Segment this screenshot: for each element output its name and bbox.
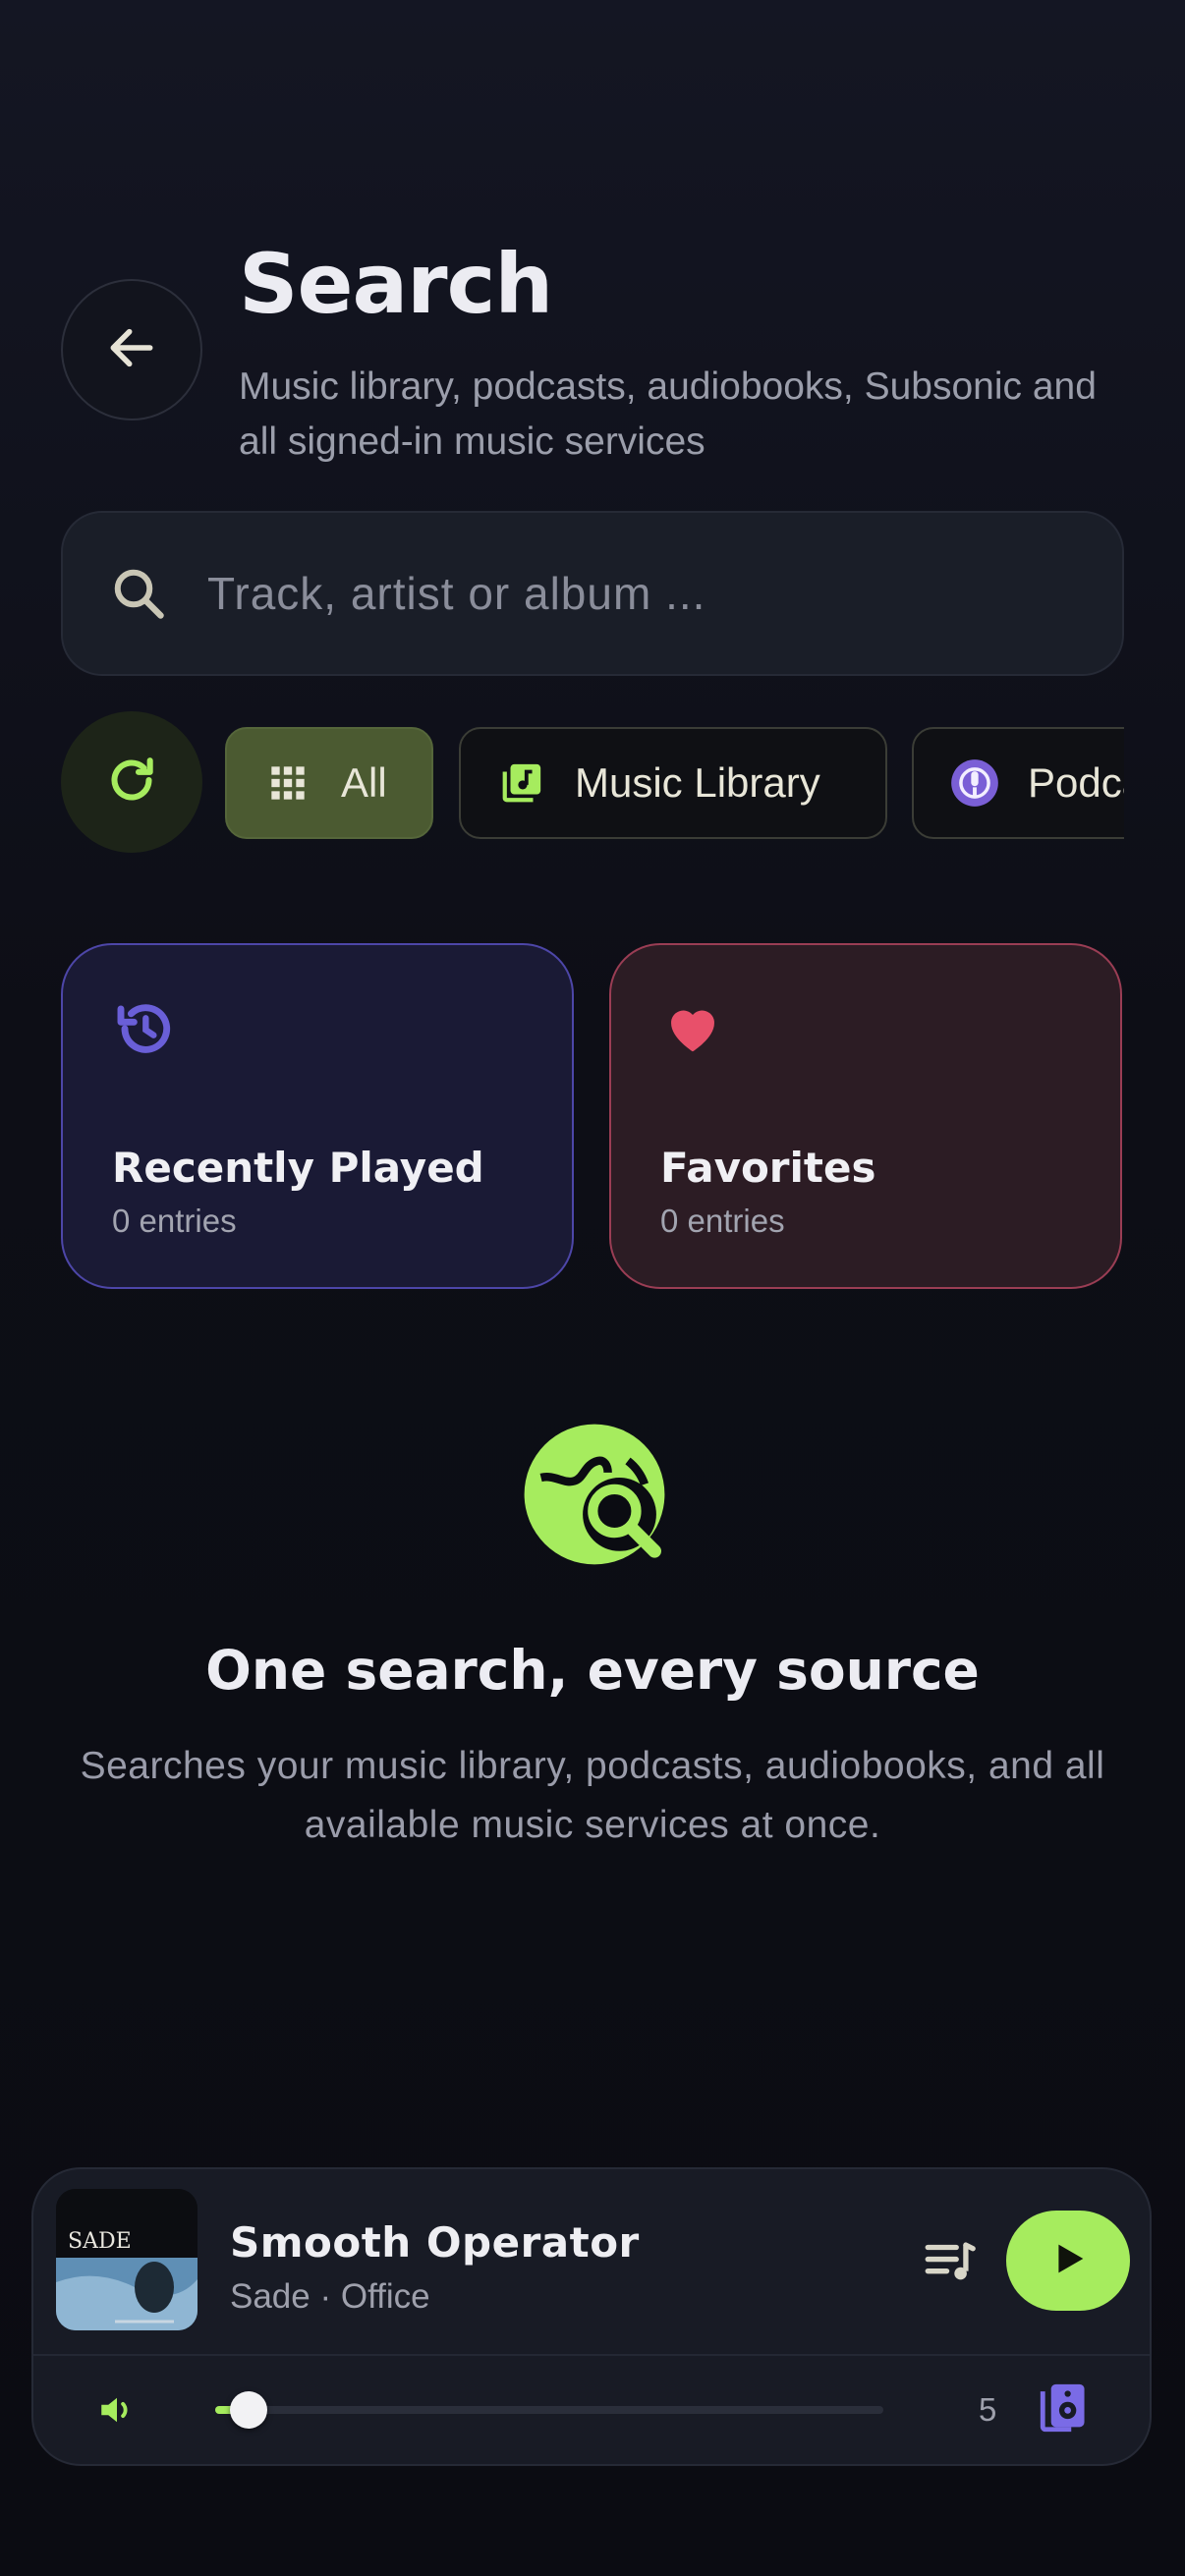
album-art-text: SADE xyxy=(68,2229,132,2254)
refresh-button[interactable] xyxy=(61,711,202,853)
search-icon xyxy=(104,559,173,628)
card-count: 0 entries xyxy=(112,1203,237,1239)
player-divider xyxy=(33,2354,1150,2356)
music-library-icon xyxy=(496,757,547,809)
filter-chip-music-library[interactable]: Music Library xyxy=(459,727,887,839)
queue-button[interactable] xyxy=(918,2232,981,2295)
play-button[interactable] xyxy=(1006,2211,1130,2311)
volume-icon[interactable] xyxy=(92,2385,141,2435)
queue-icon xyxy=(921,2233,978,2295)
speaker-count: 5 xyxy=(979,2391,997,2428)
volume-slider-thumb[interactable] xyxy=(230,2391,267,2429)
refresh-icon xyxy=(104,753,159,812)
filter-chip-label: Music Library xyxy=(575,759,820,806)
arrow-left-icon xyxy=(104,320,159,380)
filter-chip-podcasts[interactable]: Podcasts xyxy=(912,727,1124,839)
empty-state-title: One search, every source xyxy=(205,1639,980,1702)
filter-row: All Music Library Podcasts xyxy=(61,711,1124,855)
globe-search-icon xyxy=(511,1411,678,1578)
filter-chip-all[interactable]: All xyxy=(225,727,433,839)
card-title: Favorites xyxy=(660,1144,876,1192)
heart-icon xyxy=(660,996,725,1061)
filter-chip-label: Podcasts xyxy=(1028,759,1124,806)
volume-slider[interactable] xyxy=(215,2391,883,2429)
play-icon xyxy=(1045,2236,1091,2286)
track-subtitle: Sade · Office xyxy=(230,2277,430,2316)
history-icon xyxy=(112,996,177,1061)
podcast-icon xyxy=(949,757,1000,809)
favorites-card[interactable]: Favorites 0 entries xyxy=(609,943,1122,1289)
album-art[interactable]: SADE xyxy=(56,2189,198,2330)
card-count: 0 entries xyxy=(660,1203,785,1239)
filter-chip-label: All xyxy=(341,759,387,806)
speaker-button[interactable] xyxy=(1032,2378,1097,2442)
recently-played-card[interactable]: Recently Played 0 entries xyxy=(61,943,574,1289)
grid-icon xyxy=(262,757,313,809)
search-box[interactable] xyxy=(61,511,1124,676)
search-input[interactable] xyxy=(207,513,1122,674)
back-button[interactable] xyxy=(61,279,202,420)
empty-state-description: Searches your music library, podcasts, a… xyxy=(80,1745,1105,1846)
card-title: Recently Played xyxy=(112,1144,484,1192)
speaker-icon xyxy=(1036,2380,1093,2441)
track-title: Smooth Operator xyxy=(230,2218,640,2267)
mini-player[interactable]: SADE Smooth Operator Sade · Office 5 xyxy=(31,2167,1152,2466)
page-subtitle: Music library, podcasts, audiobooks, Sub… xyxy=(239,365,1097,463)
page-title: Search xyxy=(239,236,553,332)
